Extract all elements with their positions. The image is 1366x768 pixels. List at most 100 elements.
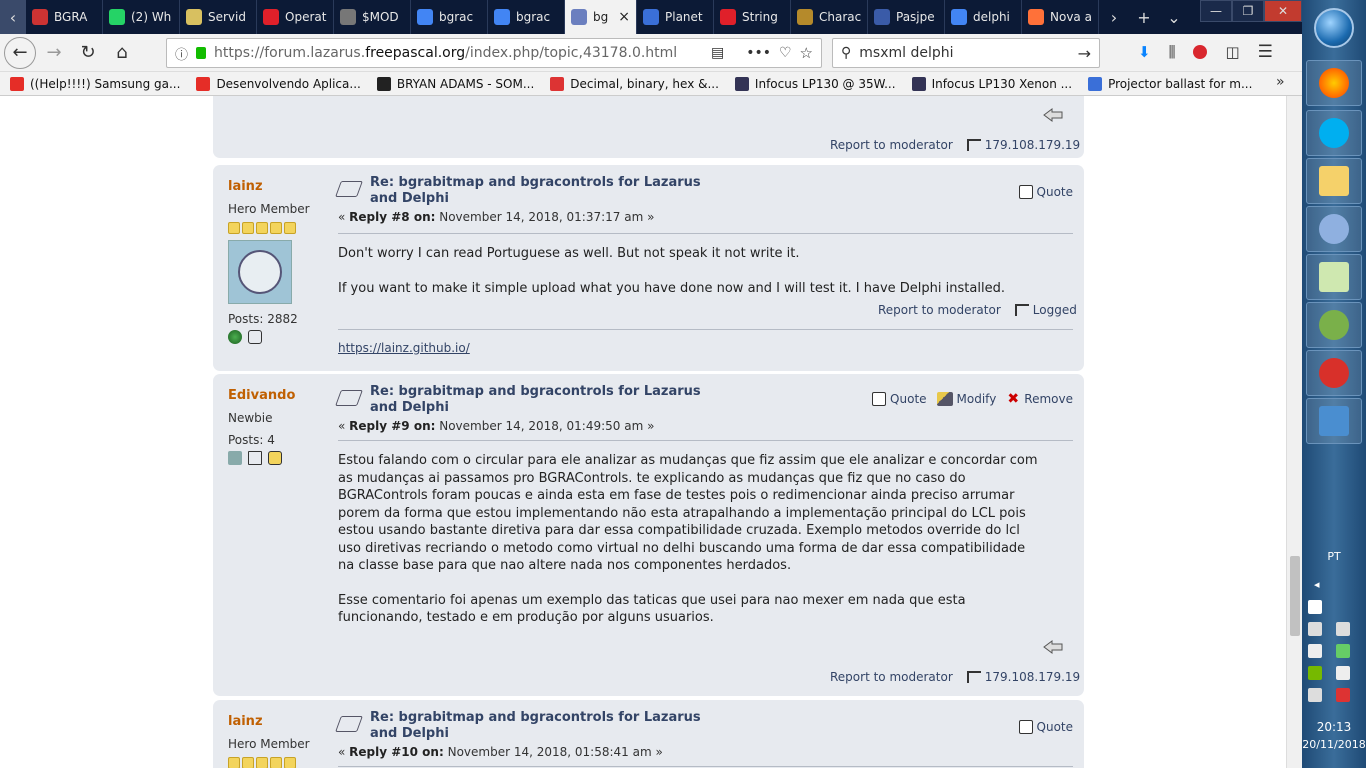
tab-10[interactable]: Charac xyxy=(791,0,868,34)
app-tray-icon[interactable] xyxy=(1336,644,1350,658)
network-tray-icon[interactable] xyxy=(1308,688,1322,702)
website-icon[interactable] xyxy=(228,330,242,344)
tab-3[interactable]: Operat xyxy=(257,0,334,34)
taskbar-app-red[interactable] xyxy=(1306,350,1362,396)
post-subject[interactable]: Re: bgrabitmap and bgracontrols for Laza… xyxy=(370,710,710,742)
show-hidden-icons[interactable]: ◂ xyxy=(1302,578,1366,591)
tab-12[interactable]: delphi xyxy=(945,0,1022,34)
taskbar-app-turtle[interactable] xyxy=(1306,302,1362,348)
back-button[interactable]: ← xyxy=(4,36,36,69)
poster-name[interactable]: lainz xyxy=(228,714,328,729)
scroll-tabs-right-button[interactable]: › xyxy=(1099,0,1129,34)
modify-button[interactable]: Modify xyxy=(936,392,996,406)
search-input[interactable]: msxml delphi xyxy=(859,45,953,61)
clipboard-icon[interactable] xyxy=(1308,644,1322,658)
tab-4[interactable]: $MOD xyxy=(334,0,411,34)
tab-7[interactable]: bg × xyxy=(565,0,637,34)
quote-button[interactable]: Quote xyxy=(1018,720,1073,734)
bookmark-star-icon[interactable]: ☆ xyxy=(800,44,813,62)
library-icon[interactable]: ⫼ xyxy=(1169,43,1176,61)
remove-button[interactable]: ✖ Remove xyxy=(1006,392,1073,406)
tab-11[interactable]: Pasjpe xyxy=(868,0,945,34)
bookmark-item[interactable]: BRYAN ADAMS - SOM... xyxy=(376,76,534,91)
quick-quote-icon[interactable] xyxy=(1042,638,1064,654)
flag-icon[interactable] xyxy=(1308,600,1322,614)
bookmark-item[interactable]: Infocus LP130 @ 35W... xyxy=(734,76,896,91)
report-to-moderator-link[interactable]: Report to moderator xyxy=(878,303,1001,317)
taskbar-explorer[interactable] xyxy=(1306,158,1362,204)
personal-message-icon[interactable] xyxy=(248,330,262,344)
forward-button[interactable]: → xyxy=(38,37,70,69)
tab-8[interactable]: Planet xyxy=(637,0,714,34)
taskbar-notepad[interactable] xyxy=(1306,254,1362,300)
tab-2[interactable]: Servid xyxy=(180,0,257,34)
taskbar-firefox[interactable] xyxy=(1306,60,1362,106)
maximize-button[interactable]: ❐ xyxy=(1232,0,1264,22)
reader-view-icon[interactable]: ▤ xyxy=(711,45,724,61)
quote-button[interactable]: Quote xyxy=(1018,185,1073,199)
menu-icon[interactable]: ☰ xyxy=(1258,42,1273,62)
security-icon[interactable] xyxy=(1336,666,1350,680)
close-tab-icon[interactable]: × xyxy=(618,9,630,25)
bookmark-item[interactable]: ((Help!!!!) Samsung ga... xyxy=(10,76,180,91)
start-button[interactable] xyxy=(1314,8,1354,48)
bookmark-label: Infocus LP130 Xenon ... xyxy=(931,76,1073,91)
quote-icon xyxy=(872,392,887,406)
scroll-tabs-left-button[interactable]: ‹ xyxy=(0,0,26,34)
quote-button[interactable]: Quote xyxy=(872,392,927,406)
tab-5[interactable]: bgrac xyxy=(411,0,488,34)
new-tab-button[interactable]: + xyxy=(1129,0,1159,34)
sidebar-icon[interactable]: ◫ xyxy=(1225,43,1239,61)
post-subject[interactable]: Re: bgrabitmap and bgracontrols for Laza… xyxy=(370,384,710,416)
email-icon[interactable] xyxy=(248,451,262,465)
personal-message-icon[interactable] xyxy=(268,451,282,465)
office-icon[interactable] xyxy=(1336,688,1350,702)
network-icon[interactable] xyxy=(1336,622,1350,636)
pocket-icon[interactable]: ♡ xyxy=(779,45,792,61)
bookmark-item[interactable]: Desenvolvendo Aplica... xyxy=(196,76,361,91)
post-subject[interactable]: Re: bgrabitmap and bgracontrols for Laza… xyxy=(370,175,710,207)
tab-1[interactable]: (2) Wh xyxy=(103,0,180,34)
report-to-moderator-link[interactable]: Report to moderator xyxy=(830,138,953,152)
page-scrollbar[interactable] xyxy=(1286,96,1302,768)
poster-name[interactable]: Edivando xyxy=(228,388,328,403)
bookmark-item[interactable]: Decimal, binary, hex &... xyxy=(550,76,719,91)
address-bar[interactable]: ⓘ https://forum.lazarus.freepascal.org/i… xyxy=(166,38,822,68)
poster-name[interactable]: lainz xyxy=(228,179,328,194)
downloads-icon[interactable]: ⬇ xyxy=(1138,43,1151,61)
language-indicator[interactable]: PT xyxy=(1302,550,1366,563)
volume-icon[interactable] xyxy=(1308,622,1322,636)
poster-ip[interactable]: 179.108.179.19 xyxy=(985,138,1080,152)
clock-time[interactable]: 20:13 xyxy=(1302,720,1366,734)
list-all-tabs-button[interactable]: ⌄ xyxy=(1159,0,1189,34)
page-actions-icon[interactable]: ••• xyxy=(746,45,771,61)
info-icon[interactable]: ⓘ xyxy=(175,44,188,63)
poster-info: Edivando Newbie Posts: 4 xyxy=(228,388,328,465)
taskbar-photos[interactable] xyxy=(1306,398,1362,444)
search-bar[interactable]: ⚲ msxml delphi → xyxy=(832,38,1100,68)
tab-6[interactable]: bgrac xyxy=(488,0,565,34)
tab-9[interactable]: String xyxy=(714,0,791,34)
clock-date[interactable]: 20/11/2018 xyxy=(1302,738,1366,751)
bookmarks-overflow-icon[interactable]: » xyxy=(1276,74,1285,90)
bookmark-item[interactable]: Infocus LP130 Xenon ... xyxy=(911,76,1073,91)
tab-13[interactable]: Nova a xyxy=(1022,0,1099,34)
reload-button[interactable]: ↻ xyxy=(72,37,104,69)
taskbar-app-gear[interactable] xyxy=(1306,206,1362,252)
report-to-moderator-link[interactable]: Report to moderator xyxy=(830,670,953,684)
bookmark-item[interactable]: Projector ballast for m... xyxy=(1088,76,1252,91)
profile-icon[interactable] xyxy=(228,451,242,465)
minimize-button[interactable]: — xyxy=(1200,0,1232,22)
close-window-button[interactable]: ✕ xyxy=(1264,0,1302,22)
url-text[interactable]: https://forum.lazarus.freepascal.org/ind… xyxy=(214,45,677,61)
tab-0[interactable]: BGRA xyxy=(26,0,103,34)
poster-ip[interactable]: 179.108.179.19 xyxy=(985,670,1080,684)
home-button[interactable]: ⌂ xyxy=(106,37,138,69)
mega-extension-icon[interactable] xyxy=(1193,45,1208,59)
nvidia-icon[interactable] xyxy=(1308,666,1322,680)
scrollbar-thumb[interactable] xyxy=(1290,556,1300,636)
signature-link[interactable]: https://lainz.github.io/ xyxy=(338,341,470,355)
taskbar-skype[interactable] xyxy=(1306,110,1362,156)
search-go-icon[interactable]: → xyxy=(1078,44,1091,63)
quick-quote-icon[interactable] xyxy=(1042,106,1064,122)
